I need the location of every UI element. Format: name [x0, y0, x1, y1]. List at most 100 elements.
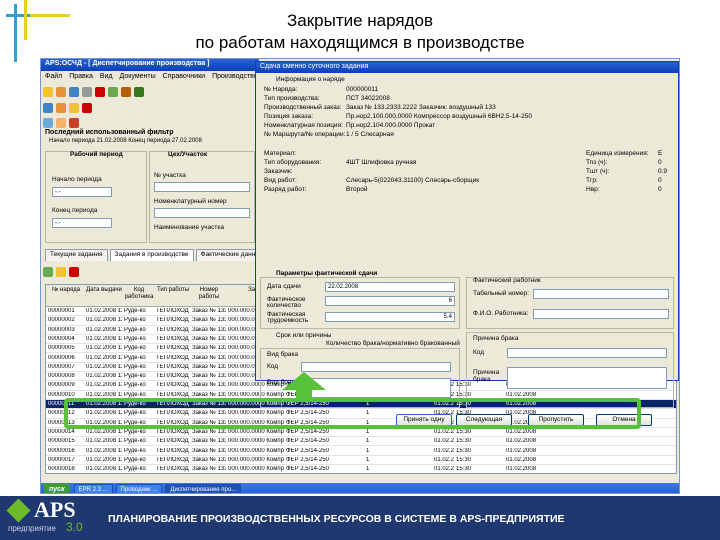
- norm-value: 0: [658, 177, 662, 184]
- taskbar-task[interactable]: Проводник ...: [115, 484, 163, 493]
- fact-qty-input[interactable]: 6: [325, 296, 455, 306]
- user-icon[interactable]: [56, 103, 66, 113]
- table-cell: Заказ № 133.2333.2222 Пр.Ф.Н.2: [192, 438, 226, 445]
- table-cell: 15:30: [456, 428, 472, 435]
- column-header[interactable]: Дата выдачи: [86, 287, 122, 294]
- norm-value: 0: [658, 186, 662, 193]
- shop-group: Цех/Участок № участка Номенклатурный ном…: [149, 151, 255, 243]
- run-icon[interactable]: [69, 118, 79, 128]
- table-cell: Заказ № 133.2333.2222 Пр.Ф.Н.2: [192, 447, 226, 454]
- table-cell: ФЕР 2,5/14-250: [286, 447, 329, 454]
- defect-code-input[interactable]: [301, 362, 451, 372]
- table-row[interactable]: 00000018 01.02.2008 13:54:25Руде-ко ТЕПЛОХ…: [46, 465, 676, 473]
- table-cell: ТЕПЛОХОД 2008: [156, 391, 190, 398]
- highlight-frame: [64, 398, 641, 429]
- defect-cause-input[interactable]: [507, 367, 667, 389]
- table-cell: Руде-ко: [124, 363, 146, 370]
- add-icon[interactable]: [43, 267, 53, 277]
- column-header[interactable]: Номер работы: [192, 287, 226, 301]
- start-button[interactable]: пуск: [44, 483, 70, 493]
- filter-icon[interactable]: [43, 103, 53, 113]
- menu-item[interactable]: Документы: [120, 73, 156, 82]
- slide-title-line2: по работам находящимся в производстве: [195, 33, 525, 52]
- mail-icon[interactable]: [43, 118, 53, 128]
- paste-icon[interactable]: [121, 87, 131, 97]
- table-cell: 1: [366, 456, 370, 463]
- info-field-label: Позиция заказа:: [264, 113, 314, 120]
- norm-label: Нвр:: [586, 186, 600, 193]
- tab-0[interactable]: Текущие задания: [45, 249, 108, 261]
- start-date-input[interactable]: -.-: [52, 187, 112, 197]
- defect-cause-label: Причина брака: [473, 369, 500, 383]
- table-cell: 01.02.2008 13:54:25: [86, 363, 122, 370]
- table-row[interactable]: 00000016 01.02.2008 13:54:25Руде-ко ТЕПЛОХ…: [46, 447, 676, 456]
- end-date-input[interactable]: -.-: [52, 218, 112, 228]
- taskbar-task[interactable]: Диспетчирование про...: [165, 484, 242, 493]
- table-cell: ФЕР 2,5/14-250: [286, 456, 329, 463]
- table-cell: Руде-ко: [124, 428, 146, 435]
- table-cell: Заказ № 133.2333.2222 Пр.Ф.Н.2: [192, 354, 226, 361]
- table-cell: 01.02.2008 13:54:25: [86, 317, 122, 324]
- cut-icon[interactable]: [95, 87, 105, 97]
- copy-icon[interactable]: [108, 87, 118, 97]
- print-icon[interactable]: [82, 87, 92, 97]
- filter-panel-title: Последний использованный фильтр: [45, 129, 174, 136]
- table-cell: ТЕПЛОХОД 2008: [156, 447, 190, 454]
- table-cell: ТЕПЛОХОД 2008: [156, 317, 190, 324]
- table-cell: 00000009: [48, 382, 75, 389]
- column-header[interactable]: Тип работы: [156, 287, 190, 294]
- delete-icon[interactable]: [82, 103, 92, 113]
- edit-icon[interactable]: [56, 267, 66, 277]
- column-header[interactable]: Код работника: [124, 287, 154, 301]
- menu-item[interactable]: Вид: [100, 73, 113, 82]
- open-icon[interactable]: [56, 87, 66, 97]
- info-field-label: № Маршрута/№ операции:: [264, 131, 346, 138]
- shop-num-input[interactable]: [154, 182, 250, 192]
- info-field-value: Второй: [346, 186, 368, 193]
- table-row[interactable]: 00000015 01.02.2008 13:54:25Руде-ко ТЕПЛОХ…: [46, 437, 676, 447]
- info-field-label: Разряд работ:: [264, 186, 307, 193]
- defect-type-header: Вид брака: [267, 351, 299, 358]
- tab-1[interactable]: Задания в производстве: [109, 249, 194, 261]
- fact-labor-input[interactable]: 5.4: [325, 312, 455, 322]
- menu-item[interactable]: Справочники: [163, 73, 205, 82]
- table-cell: Заказ № 133.2333.2222 Пр.Ф.Н.2: [192, 317, 226, 324]
- menu-item[interactable]: Правка: [69, 73, 93, 82]
- table-cell: Руде-ко: [124, 438, 146, 445]
- taskbar-task[interactable]: EPR 2.3 ...: [73, 484, 113, 493]
- nom-input[interactable]: [154, 208, 250, 218]
- table-row[interactable]: 00000014 01.02.2008 13:54:25Руде-ко ТЕПЛОХ…: [46, 428, 676, 438]
- table-cell: Руде-ко: [124, 354, 146, 361]
- table-cell: 00000015: [48, 438, 75, 445]
- menu-item[interactable]: Файл: [45, 73, 62, 82]
- table-cell: 01.02.2008 13:54:25: [86, 466, 122, 473]
- save-icon[interactable]: [69, 87, 79, 97]
- worker-tab-input[interactable]: [533, 289, 669, 299]
- end-label: Конец периода: [52, 207, 98, 214]
- fact-date-input[interactable]: 22.02.2008: [325, 282, 455, 292]
- table-cell: 15:30: [456, 447, 472, 454]
- fact-qty-label: Фактическое количество: [267, 296, 306, 309]
- refresh-icon[interactable]: [134, 87, 144, 97]
- table-cell: Заказ № 133.2333.2222 Пр.Ф.Н.2: [192, 456, 226, 463]
- table-cell: ТЕПЛОХОД 2008: [156, 373, 190, 380]
- star-icon[interactable]: [56, 118, 66, 128]
- info-field-value: Пр.нор2.100.000.0000 Компрессор воздушны…: [346, 113, 532, 120]
- toolbar-2: [43, 101, 92, 115]
- defect-cause-code-input[interactable]: [507, 348, 667, 358]
- fact-labor-label: Фактическая трудоемкость: [267, 311, 309, 324]
- worker-fio-input[interactable]: [533, 309, 669, 319]
- table-row[interactable]: 00000017 01.02.2008 13:54:25Руде-ко ТЕПЛОХ…: [46, 456, 676, 466]
- table-cell: Заказ № 133.2333.2222 Пр.Ф.Н.2: [192, 345, 226, 352]
- table-cell: Руде-ко: [124, 466, 146, 473]
- logo-subtitle: предприятие: [8, 524, 56, 533]
- remove-icon[interactable]: [69, 267, 79, 277]
- column-header[interactable]: № наряда: [48, 287, 84, 294]
- table-cell: Руде-ко: [124, 345, 146, 352]
- folder-icon[interactable]: [69, 103, 79, 113]
- table-cell: 01.02.2008: [434, 466, 454, 473]
- new-icon[interactable]: [43, 87, 53, 97]
- table-cell: 01.02.2008 13:54:25: [86, 308, 122, 314]
- info-field-value: 000000011: [346, 86, 379, 93]
- menu-item[interactable]: Производство: [212, 73, 258, 82]
